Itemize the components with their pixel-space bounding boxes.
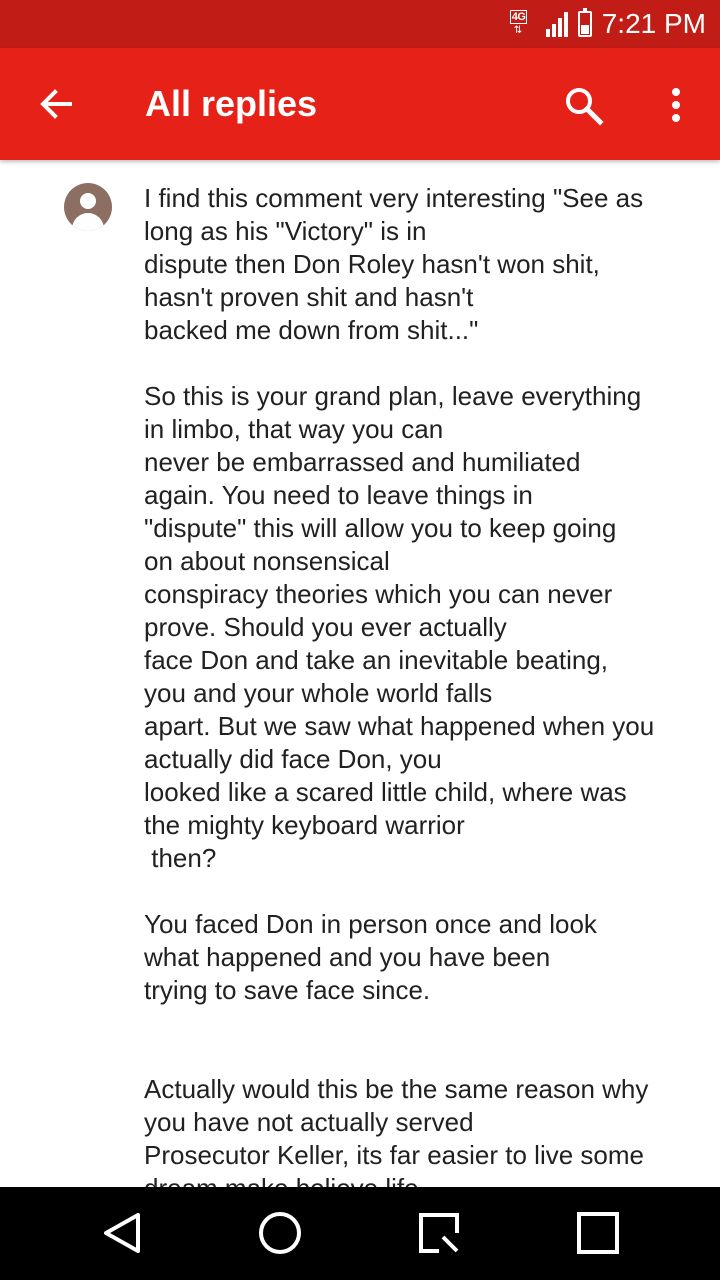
nav-recents-icon[interactable] <box>417 1211 461 1255</box>
network-badge: 4G <box>509 10 528 24</box>
search-icon[interactable] <box>562 84 606 128</box>
battery-icon <box>577 8 592 37</box>
default-avatar-icon[interactable] <box>64 183 112 231</box>
nav-back-icon[interactable] <box>100 1211 144 1255</box>
more-vert-icon[interactable] <box>660 84 692 128</box>
arrow-back-icon[interactable] <box>36 84 76 124</box>
data-arrows-icon: ⇅ <box>513 25 523 36</box>
nav-home-icon[interactable] <box>258 1211 302 1255</box>
status-bar: 4G ⇅ 7:21 PM <box>0 0 720 48</box>
battery-fill <box>580 25 589 34</box>
status-time: 7:21 PM <box>601 8 706 39</box>
signal-icon <box>545 11 568 37</box>
app-bar: All replies <box>0 48 720 160</box>
navigation-bar <box>0 1187 720 1280</box>
nav-multiwindow-icon[interactable] <box>576 1211 620 1255</box>
comment-text: I find this comment very interesting "Se… <box>144 183 655 1187</box>
page-title: All replies <box>145 83 318 124</box>
reply-list[interactable]: I find this comment very interesting "Se… <box>0 160 720 1187</box>
network-4g-icon: 4G ⇅ <box>509 10 536 38</box>
status-icons: 4G ⇅ 7:21 PM <box>509 0 706 48</box>
